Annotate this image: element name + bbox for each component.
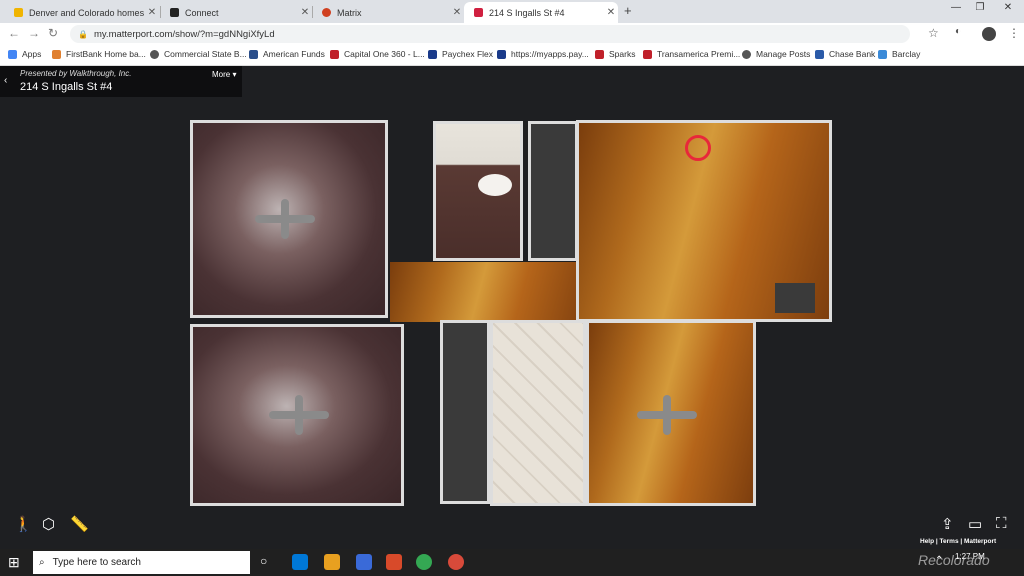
paychex-icon xyxy=(497,49,506,59)
dollhouse-icon[interactable]: ⬡ xyxy=(42,515,55,533)
close-window-icon[interactable]: ✕ xyxy=(996,2,1020,13)
task-view-icon[interactable]: ○ xyxy=(260,554,267,568)
measure-icon[interactable]: 📏 xyxy=(70,515,89,533)
bookmark-firstbank[interactable]: FirstBank Home ba... xyxy=(52,49,146,59)
bookmarks-bar: Apps FirstBank Home ba... Commercial Sta… xyxy=(0,45,1024,66)
share-icon[interactable]: ⇪ xyxy=(941,515,954,533)
forward-icon[interactable]: → xyxy=(28,26,40,40)
viewer-footer: Help | Terms | Matterport xyxy=(920,538,997,545)
bookmark-manage-posts[interactable]: Manage Posts xyxy=(742,49,810,59)
taskbar: ⊞ ⌕ Type here to search ○ ⌃ 1:27 PM xyxy=(0,549,1024,576)
bookmark-sparks[interactable]: Sparks xyxy=(595,49,635,59)
close-icon[interactable]: ✕ xyxy=(145,7,159,18)
search-icon: ⌕ xyxy=(39,557,45,568)
property-address: 214 S Ingalls St #4 xyxy=(20,81,113,93)
tab-denver-homes[interactable]: Denver and Colorado homes listi ✕ xyxy=(4,2,159,23)
folder-icon xyxy=(52,49,61,59)
bookmark-transamerica[interactable]: Transamerica Premi... xyxy=(643,49,740,59)
realtor-favicon-icon xyxy=(14,8,23,17)
toilet-icon xyxy=(478,174,512,196)
kitchen xyxy=(490,320,586,506)
capital-one-icon xyxy=(330,49,339,59)
kitchen-counter xyxy=(440,320,490,504)
address-bar-row: ← → ↻ 🔒 my.matterport.com/show/?m=gdNNgi… xyxy=(0,23,1024,45)
bookmark-myapps[interactable]: https://myapps.pay... xyxy=(497,49,589,59)
bookmark-apps[interactable]: Apps xyxy=(8,49,41,59)
connect-favicon-icon xyxy=(170,8,179,17)
lock-icon: 🔒 xyxy=(78,29,88,39)
matterport-viewer[interactable]: ‹ Presented by Walkthrough, Inc. 214 S I… xyxy=(0,66,1024,549)
collapse-arrow-icon[interactable]: ‹ xyxy=(4,75,7,86)
apps-grid-icon xyxy=(8,49,17,59)
extension-icon[interactable]: ◐ xyxy=(955,26,961,37)
ceiling-fan-icon xyxy=(637,395,697,435)
fullscreen-icon[interactable]: ⛶ xyxy=(996,515,1007,532)
globe-icon xyxy=(742,49,751,59)
file-explorer-icon[interactable] xyxy=(324,554,340,570)
matterport-favicon-icon xyxy=(474,8,483,17)
office-icon[interactable] xyxy=(386,554,402,570)
restore-icon[interactable]: ❐ xyxy=(968,2,992,13)
vr-icon[interactable]: ▭ xyxy=(968,515,982,533)
windows-start-icon[interactable]: ⊞ xyxy=(8,554,20,571)
menu-icon[interactable]: ⋮ xyxy=(1008,26,1020,40)
property-title-card: ‹ Presented by Walkthrough, Inc. 214 S I… xyxy=(0,66,242,97)
close-icon[interactable]: ✕ xyxy=(298,7,312,18)
back-icon[interactable]: ← xyxy=(8,26,20,40)
closet xyxy=(528,121,578,261)
star-icon[interactable]: ☆ xyxy=(928,26,939,40)
american-funds-icon xyxy=(249,49,258,59)
bookmark-commercial-state[interactable]: Commercial State B... xyxy=(150,49,247,59)
more-button[interactable]: More ▾ xyxy=(212,70,236,79)
edge-icon[interactable] xyxy=(292,554,308,570)
bookmark-capital-one[interactable]: Capital One 360 - L... xyxy=(330,49,425,59)
minimize-icon[interactable]: — xyxy=(944,2,968,13)
ceiling-fan-icon xyxy=(269,395,329,435)
hallway xyxy=(390,262,590,322)
bookmark-chase[interactable]: Chase Bank xyxy=(815,49,875,59)
chase-icon xyxy=(815,49,824,59)
tab-ingalls-active[interactable]: 214 S Ingalls St #4 ✕ xyxy=(464,2,618,23)
bookmark-paychex[interactable]: Paychex Flex xyxy=(428,49,493,59)
taskbar-search[interactable]: ⌕ Type here to search xyxy=(33,551,250,574)
ceiling-fan-icon xyxy=(255,199,315,239)
matterport-logo[interactable]: Matterport xyxy=(964,538,996,545)
living-room xyxy=(576,120,832,322)
chrome-icon[interactable] xyxy=(416,554,432,570)
help-link[interactable]: Help xyxy=(920,538,934,545)
close-icon[interactable]: ✕ xyxy=(604,7,618,18)
tab-matrix[interactable]: Matrix ✕ xyxy=(312,2,464,23)
store-icon[interactable] xyxy=(356,554,372,570)
tab-bar: Denver and Colorado homes listi ✕ Connec… xyxy=(0,0,1024,23)
reload-icon[interactable]: ↻ xyxy=(48,26,58,40)
dining-room xyxy=(586,320,756,506)
fireplace xyxy=(775,283,815,313)
close-icon[interactable]: ✕ xyxy=(450,7,464,18)
globe-icon xyxy=(150,49,159,59)
profile-avatar[interactable] xyxy=(982,27,996,41)
transamerica-icon xyxy=(643,49,652,59)
bookmark-barclay[interactable]: Barclay xyxy=(878,49,920,59)
paychex-icon xyxy=(428,49,437,59)
bookmark-american-funds[interactable]: American Funds xyxy=(249,49,325,59)
presented-by: Presented by Walkthrough, Inc. xyxy=(20,69,132,78)
url-text: my.matterport.com/show/?m=gdNNgiXfyLd xyxy=(93,28,275,40)
bedroom-1 xyxy=(190,120,388,318)
position-marker-icon[interactable] xyxy=(685,135,711,161)
matrix-favicon-icon xyxy=(322,8,331,17)
url-field[interactable]: 🔒 my.matterport.com/show/?m=gdNNgiXfyLd xyxy=(70,25,910,43)
chrome-profile-icon[interactable] xyxy=(448,554,464,570)
bathroom xyxy=(433,121,523,261)
new-tab-button[interactable]: + xyxy=(624,3,632,18)
recolorado-watermark: Recolorado xyxy=(918,552,990,568)
walk-mode-icon[interactable]: 🚶 xyxy=(14,515,33,533)
terms-link[interactable]: Terms xyxy=(940,538,959,545)
sparks-icon xyxy=(595,49,604,59)
bedroom-2 xyxy=(190,324,404,506)
barclay-icon xyxy=(878,49,887,59)
tab-connect[interactable]: Connect ✕ xyxy=(160,2,312,23)
